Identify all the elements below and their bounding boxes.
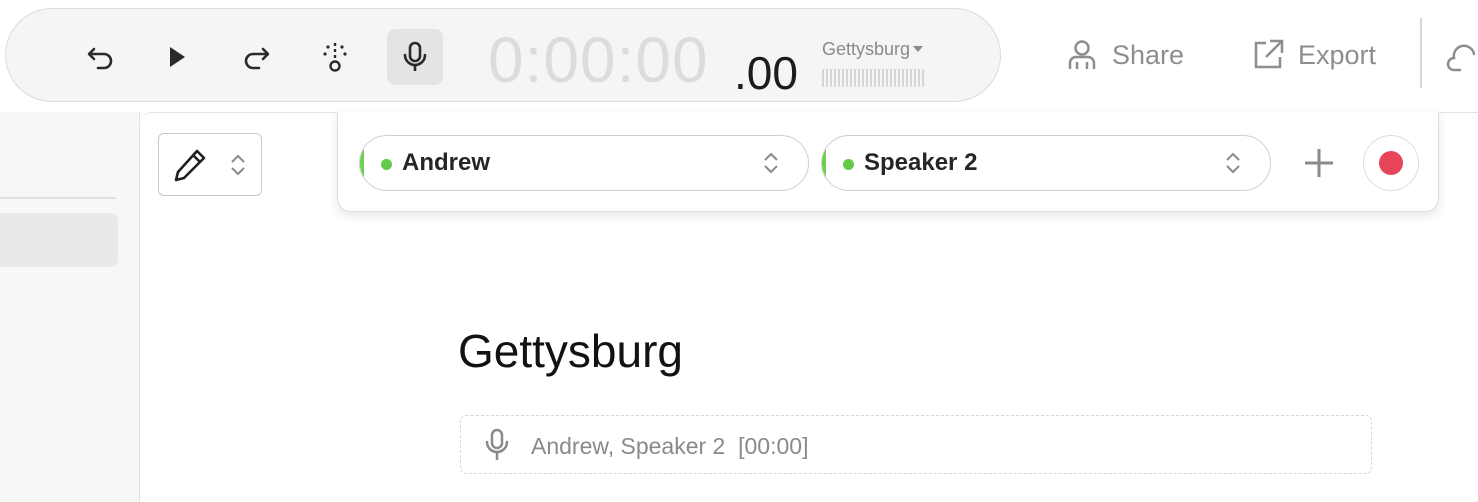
marker-icon <box>323 43 347 72</box>
chevron-updown-icon <box>1226 152 1240 174</box>
play-button[interactable] <box>148 29 204 85</box>
segment-speakers: Andrew, Speaker 2 <box>531 433 726 459</box>
sidebar-divider <box>0 197 116 199</box>
export-button[interactable]: Export <box>1250 32 1376 78</box>
timecode-main: 0:00:00 <box>488 24 709 96</box>
level-meter <box>822 69 926 87</box>
edit-mode-select[interactable] <box>158 133 262 196</box>
redo-icon <box>244 47 270 70</box>
speaker-status-dot <box>381 159 392 170</box>
undo-icon <box>87 47 113 70</box>
timecode-fraction: .00 <box>734 47 798 99</box>
speaker-status-dot <box>843 159 854 170</box>
toolbar-divider <box>1420 18 1422 88</box>
plus-icon <box>1305 149 1333 177</box>
share-button[interactable]: Share <box>1064 32 1184 78</box>
sidebar-item-selected[interactable] <box>0 213 118 267</box>
sidebar <box>0 112 140 502</box>
record-dot-icon <box>1379 151 1403 175</box>
caret-down-icon <box>913 46 923 52</box>
microphone-button[interactable] <box>387 29 443 85</box>
input-device-select[interactable]: Gettysburg <box>822 39 926 60</box>
redo-button[interactable] <box>228 29 284 85</box>
speaker-name: Andrew <box>402 149 491 176</box>
segment-time: [00:00] <box>738 433 809 459</box>
microphone-icon <box>485 428 509 460</box>
speaker-color-bar <box>360 136 364 190</box>
cloud-button[interactable] <box>1446 36 1478 81</box>
marker-button[interactable] <box>307 29 363 85</box>
share-person-icon <box>1068 40 1096 69</box>
play-icon <box>170 47 185 67</box>
document-title[interactable]: Gettysburg <box>458 324 683 378</box>
export-icon <box>1254 39 1284 69</box>
cloud-icon <box>1446 44 1476 72</box>
speaker-select-speaker-2[interactable]: Speaker 2 <box>821 135 1271 191</box>
undo-button[interactable] <box>73 29 129 85</box>
speaker-select-andrew[interactable]: Andrew <box>359 135 809 191</box>
microphone-icon <box>403 41 427 71</box>
speaker-name: Speaker 2 <box>864 149 978 176</box>
segment-meta: Andrew, Speaker 2 [00:00] <box>531 433 808 460</box>
pencil-icon <box>174 149 206 182</box>
chevron-updown-icon <box>764 152 778 174</box>
add-speaker-button[interactable] <box>1298 142 1340 184</box>
chevron-updown-icon <box>231 154 245 176</box>
transport-bar: 0:00:00 .00 Gettysburg <box>5 8 1001 102</box>
record-button[interactable] <box>1363 135 1419 191</box>
export-label: Export <box>1298 39 1377 70</box>
speaker-color-bar <box>822 136 826 190</box>
transcript-segment[interactable]: Andrew, Speaker 2 [00:00] <box>460 415 1372 474</box>
speakers-popover: Andrew Speaker 2 <box>337 112 1439 212</box>
share-label: Share <box>1112 39 1185 70</box>
